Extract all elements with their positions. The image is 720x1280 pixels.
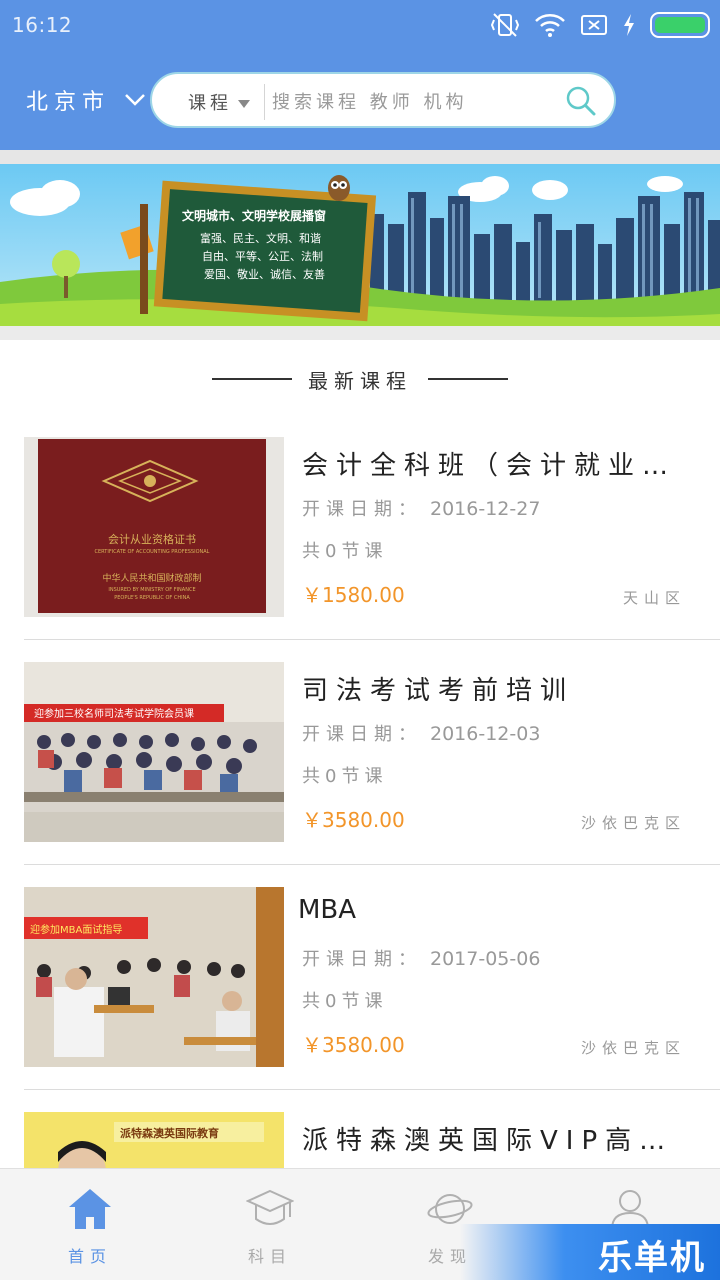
thumb-text: INSURED BY MINISTRY OF FINANCE bbox=[108, 587, 195, 593]
status-icons bbox=[490, 10, 710, 40]
thumb-text: 迎参加MBA面试指导 bbox=[30, 923, 122, 936]
thumb-text: 派特森澳英国际教育 bbox=[120, 1126, 219, 1140]
battery-icon bbox=[650, 12, 710, 38]
promo-banner[interactable]: 文明城市、文明学校展播窗 富强、民主、文明、和谐 自由、平等、公正、法制 爱国、… bbox=[0, 164, 720, 326]
course-thumbnail: 会计从业资格证书 CERTIFICATE OF ACCOUNTING PROFE… bbox=[24, 437, 284, 617]
thumb-text: CERTIFICATE OF ACCOUNTING PROFESSIONAL bbox=[95, 549, 210, 555]
course-district: 沙依巴克区 bbox=[580, 1039, 686, 1057]
course-title: 会计全科班（会计就业… bbox=[302, 451, 677, 481]
course-thumbnail: 迎参加三校名师司法考试学院会员课 bbox=[24, 662, 284, 842]
course-lesson-count: 共0节课 bbox=[302, 541, 388, 562]
course-district: 天山区 bbox=[622, 589, 686, 607]
nav-home[interactable]: 首页 bbox=[30, 1187, 150, 1267]
thumb-text: PEOPLE'S REPUBLIC OF CHINA bbox=[114, 595, 190, 601]
start-date-value: 2016-12-03 bbox=[430, 723, 541, 745]
start-date-label: 开课日期： bbox=[302, 724, 422, 745]
start-date-label: 开课日期： bbox=[302, 949, 422, 970]
graduation-cap-icon bbox=[245, 1189, 295, 1235]
city-selector[interactable]: 北京市 bbox=[26, 84, 146, 116]
thumb-text: 会计从业资格证书 bbox=[108, 532, 196, 546]
course-start-date: 开课日期： 2017-05-06 bbox=[302, 945, 540, 971]
status-time: 16:12 bbox=[12, 13, 73, 37]
course-title: 派特森澳英国际VIP高… bbox=[302, 1126, 674, 1156]
course-title: MBA bbox=[298, 895, 357, 925]
course-thumbnail: 迎参加MBA面试指导 bbox=[24, 887, 284, 1067]
title-rule-right bbox=[428, 378, 508, 380]
separator bbox=[0, 326, 720, 340]
watermark-text: 乐单机 bbox=[598, 1238, 706, 1278]
search-bar: 课程 bbox=[150, 72, 616, 128]
home-icon bbox=[67, 1189, 113, 1235]
course-district: 沙依巴克区 bbox=[580, 814, 686, 832]
banner-line-3: 爱国、敬业、诚信、友善 bbox=[204, 267, 325, 281]
banner-line-1: 富强、民主、文明、和谐 bbox=[200, 231, 321, 245]
title-rule-left bbox=[212, 378, 292, 380]
sim-off-icon bbox=[580, 13, 608, 37]
nav-label: 首页 bbox=[67, 1247, 112, 1266]
section-header-latest-courses: 最新课程 bbox=[0, 364, 720, 394]
start-date-label: 开课日期： bbox=[302, 499, 422, 520]
wifi-icon bbox=[534, 12, 566, 38]
course-price: ￥3580.00 bbox=[302, 1033, 405, 1057]
course-item[interactable]: 迎参加MBA面试指导 MBA 开课日期： 2017-05-06 共0节课 ￥358… bbox=[0, 865, 720, 1090]
thumb-text: 中华人民共和国财政部制 bbox=[102, 572, 201, 584]
search-divider bbox=[264, 84, 265, 120]
banner-line-2: 自由、平等、公正、法制 bbox=[202, 249, 323, 263]
section-title: 最新课程 bbox=[308, 368, 412, 393]
caret-down-icon bbox=[238, 92, 250, 113]
course-lesson-count: 共0节课 bbox=[302, 766, 388, 787]
vibrate-off-icon bbox=[490, 12, 520, 38]
course-item[interactable]: 迎参加三校名师司法考试学院会员课 司法考试考前培训 开课日期： 2016-12-0… bbox=[0, 640, 720, 865]
course-lesson-count: 共0节课 bbox=[302, 991, 388, 1012]
thumb-text: 迎参加三校名师司法考试学院会员课 bbox=[34, 707, 194, 720]
city-label: 北京市 bbox=[26, 90, 111, 115]
course-item[interactable]: 会计从业资格证书 CERTIFICATE OF ACCOUNTING PROFE… bbox=[0, 415, 720, 640]
start-date-value: 2016-12-27 bbox=[430, 498, 541, 520]
status-bar: 16:12 bbox=[0, 0, 720, 50]
watermark-logo: 乐单机 bbox=[460, 1224, 720, 1280]
start-date-value: 2017-05-06 bbox=[430, 948, 541, 970]
course-start-date: 开课日期： 2016-12-03 bbox=[302, 720, 540, 746]
charging-icon bbox=[622, 13, 636, 37]
course-start-date: 开课日期： 2016-12-27 bbox=[302, 495, 540, 521]
search-category-label: 课程 bbox=[188, 93, 232, 114]
search-category-dropdown[interactable]: 课程 bbox=[188, 89, 250, 115]
search-icon[interactable] bbox=[566, 86, 596, 120]
chevron-down-icon bbox=[124, 88, 146, 113]
app-screen: 16:12 北京市 课程 搜索课程 教师 机构 文明城市、文明学校展播窗 富强、… bbox=[0, 0, 720, 1280]
course-price: ￥1580.00 bbox=[302, 583, 405, 607]
course-title: 司法考试考前培训 bbox=[302, 676, 575, 706]
banner-board-title: 文明城市、文明学校展播窗 bbox=[182, 208, 326, 223]
top-header: 16:12 北京市 课程 搜索课程 教师 机构 bbox=[0, 0, 720, 150]
separator bbox=[0, 150, 720, 164]
course-price: ￥3580.00 bbox=[302, 808, 405, 832]
search-input[interactable] bbox=[272, 86, 552, 118]
nav-label: 科目 bbox=[247, 1247, 292, 1266]
nav-subjects[interactable]: 科目 bbox=[210, 1187, 330, 1267]
